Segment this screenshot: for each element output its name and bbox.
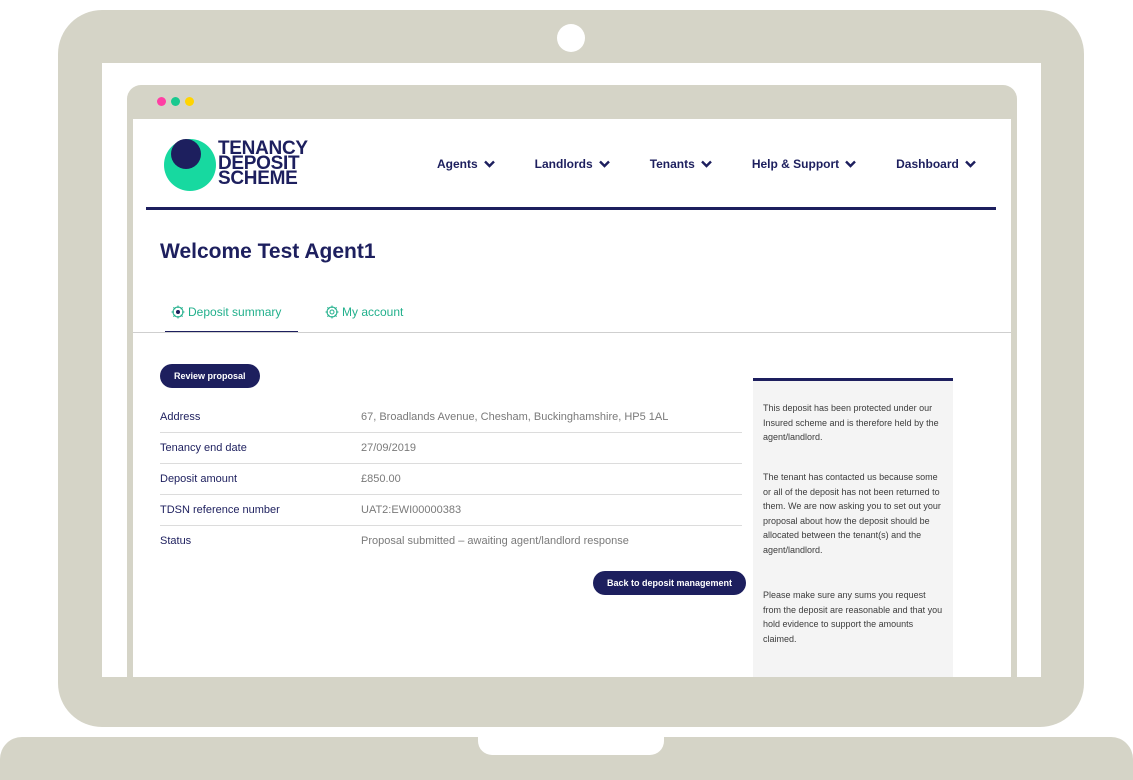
nav-item-dashboard[interactable]: Dashboard — [896, 157, 976, 171]
row-label: Status — [160, 535, 192, 547]
gear-icon — [325, 305, 339, 319]
nav-item-tenants[interactable]: Tenants — [650, 157, 712, 171]
table-row: Address 67, Broadlands Avenue, Chesham, … — [160, 402, 742, 433]
laptop-screen: TENANCY DEPOSIT SCHEME Agents Landlords … — [102, 63, 1041, 677]
nav-item-help-support[interactable]: Help & Support — [752, 157, 856, 171]
review-proposal-button[interactable]: Review proposal — [160, 364, 260, 388]
browser-window: TENANCY DEPOSIT SCHEME Agents Landlords … — [127, 85, 1017, 677]
logo-circle-icon — [164, 139, 216, 191]
tab-label: Deposit summary — [188, 305, 282, 319]
row-value: UAT2:EWI00000383 — [361, 504, 462, 516]
deposit-details-table: Address 67, Broadlands Avenue, Chesham, … — [160, 402, 742, 556]
minimize-dot-icon[interactable] — [185, 97, 194, 106]
info-panel: This deposit has been protected under ou… — [753, 378, 953, 677]
table-row: Deposit amount £850.00 — [160, 464, 742, 495]
nav-item-label: Tenants — [649, 157, 695, 171]
camera-icon — [557, 24, 585, 52]
close-dot-icon[interactable] — [157, 97, 166, 106]
tabs-divider — [133, 332, 1011, 333]
site-logo[interactable]: TENANCY DEPOSIT SCHEME — [160, 137, 320, 197]
row-label: Deposit amount — [160, 473, 238, 485]
nav-item-label: Help & Support — [751, 157, 840, 171]
chevron-down-icon — [598, 160, 610, 168]
back-to-deposit-management-button[interactable]: Back to deposit management — [593, 571, 747, 595]
row-label: TDSN reference number — [160, 504, 280, 516]
window-controls — [157, 97, 194, 106]
tab-deposit-summary[interactable]: Deposit summary — [171, 305, 281, 319]
nav-item-landlords[interactable]: Landlords — [535, 157, 610, 171]
table-row: Status Proposal submitted – awaiting age… — [160, 526, 742, 556]
row-label: Address — [160, 411, 201, 423]
main-nav: Agents Landlords Tenants Help & Support … — [437, 157, 976, 171]
gear-icon — [171, 305, 185, 319]
maximize-dot-icon[interactable] — [171, 97, 180, 106]
nav-item-agents[interactable]: Agents — [437, 157, 495, 171]
header-divider — [146, 207, 996, 210]
tab-bar: Deposit summary My account — [160, 305, 994, 333]
logo-wordmark: TENANCY DEPOSIT SCHEME — [218, 139, 308, 189]
page-title: Welcome Test Agent1 — [160, 240, 376, 263]
row-value: £850.00 — [361, 473, 401, 485]
row-value: Proposal submitted – awaiting agent/land… — [361, 535, 629, 547]
chevron-down-icon — [845, 160, 856, 168]
tab-label: My account — [342, 305, 404, 319]
table-row: TDSN reference number UAT2:EWI00000383 — [160, 495, 742, 526]
nav-item-label: Landlords — [534, 157, 593, 171]
logo-line: SCHEME — [218, 168, 298, 189]
row-label: Tenancy end date — [160, 442, 247, 454]
row-value: 27/09/2019 — [361, 442, 417, 454]
table-row: Tenancy end date 27/09/2019 — [160, 433, 742, 464]
browser-viewport: TENANCY DEPOSIT SCHEME Agents Landlords … — [133, 119, 1011, 677]
info-paragraph: The tenant has contacted us because some… — [763, 472, 941, 555]
info-paragraph: This deposit has been protected under ou… — [763, 403, 939, 442]
chevron-down-icon — [483, 160, 495, 168]
info-paragraph: Please make sure any sums you request fr… — [763, 590, 943, 644]
row-value: 67, Broadlands Avenue, Chesham, Buckingh… — [361, 411, 669, 423]
laptop-notch — [478, 737, 664, 755]
chevron-down-icon — [964, 160, 976, 168]
tab-my-account[interactable]: My account — [325, 305, 403, 319]
nav-item-label: Dashboard — [896, 157, 959, 171]
nav-item-label: Agents — [437, 157, 478, 171]
chevron-down-icon — [700, 160, 712, 168]
